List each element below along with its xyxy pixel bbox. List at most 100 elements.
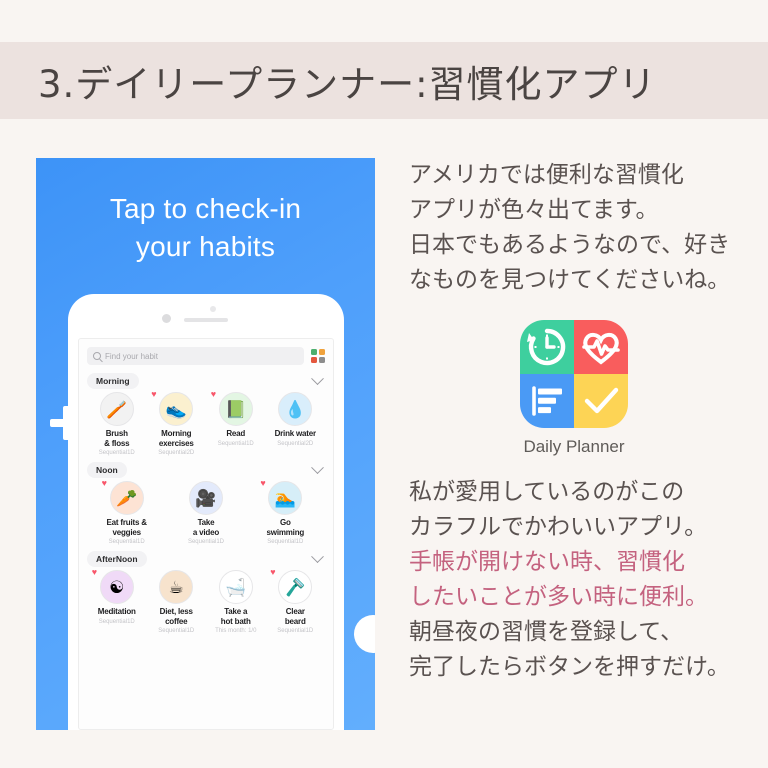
habit-icon[interactable]: 📗 bbox=[218, 392, 253, 426]
favorite-heart-icon[interactable]: ♥ bbox=[260, 479, 265, 488]
habit-name-line: Drink water bbox=[274, 429, 317, 438]
habit-row: ♥ ☯ Meditation Sequential1D ☕ Diet, less coffe… bbox=[87, 568, 325, 635]
habit-icon[interactable]: ☯ bbox=[99, 570, 134, 604]
habit-subtitle: Sequential1D bbox=[98, 618, 135, 625]
section-header-noon[interactable]: Noon bbox=[87, 460, 325, 478]
habit-name: Clear beard bbox=[266, 607, 324, 626]
grid-view-icon[interactable] bbox=[311, 349, 325, 363]
promo-headline-line2: your habits bbox=[135, 231, 276, 262]
habit-name: Diet, less coffee bbox=[147, 607, 205, 626]
section-label: Morning bbox=[87, 373, 139, 389]
quadrant-clock-refresh-icon bbox=[520, 320, 574, 374]
chevron-down-icon[interactable] bbox=[311, 460, 324, 474]
phone-side-button[interactable] bbox=[354, 615, 375, 653]
habit-name-line: Take bbox=[197, 518, 215, 527]
app-screen: Find your habit Morning 🪥 Brush & floss Sequ… bbox=[78, 338, 334, 730]
favorite-heart-icon[interactable]: ♥ bbox=[102, 479, 107, 488]
section-header-morning[interactable]: Morning bbox=[87, 371, 325, 389]
habit-subtitle: Sequential1D bbox=[217, 440, 254, 447]
habit-subtitle: Sequential1D bbox=[267, 539, 304, 545]
habit-icon[interactable]: 🛁 bbox=[218, 570, 253, 604]
habit-name-line: exercises bbox=[158, 438, 194, 448]
chevron-down-icon[interactable] bbox=[311, 371, 324, 385]
habit-name-line: & floss bbox=[104, 438, 130, 448]
habit-icon[interactable]: 🎥 bbox=[188, 481, 223, 515]
search-icon bbox=[93, 352, 101, 360]
quadrant-list-bars-icon bbox=[520, 374, 574, 428]
habit-item[interactable]: ♥ 🏊 Go swimming Sequential1D bbox=[256, 479, 314, 546]
daily-planner-app-icon[interactable] bbox=[520, 320, 628, 428]
habit-icon[interactable]: 🪥 bbox=[99, 392, 134, 426]
habit-row: ♥ 🥕 Eat fruits & veggies Sequential1D 🎥 Take a … bbox=[87, 479, 325, 546]
review-line-3: 手帳が開けない時、習慣化 bbox=[409, 549, 685, 575]
favorite-heart-icon[interactable]: ♥ bbox=[211, 390, 216, 399]
habit-icon[interactable]: 💧 bbox=[278, 392, 313, 426]
grid-cell bbox=[319, 357, 325, 363]
habit-name-line: Morning bbox=[161, 429, 192, 438]
title-banner: 3.デイリープランナー:習慣化アプリ bbox=[0, 42, 768, 119]
habit-name: Meditation bbox=[88, 607, 146, 617]
habit-item[interactable]: ♥ 🥕 Eat fruits & veggies Sequential1D bbox=[98, 479, 156, 546]
habit-icon[interactable]: 🪒 bbox=[278, 570, 313, 604]
review-line-5: 朝昼夜の習慣を登録して、 bbox=[409, 619, 684, 645]
intro-line-2: アプリが色々出てます。 bbox=[409, 197, 659, 223]
habit-icon[interactable]: 🥕 bbox=[109, 481, 144, 515]
habit-item[interactable]: ♥ 🪒 Clear beard Sequential1D bbox=[266, 568, 324, 635]
favorite-heart-icon[interactable]: ♥ bbox=[92, 568, 97, 577]
review-line-6: 完了したらボタンを押すだけ。 bbox=[409, 654, 730, 680]
habit-icon[interactable]: ☕ bbox=[159, 570, 194, 604]
habit-item[interactable]: 🪥 Brush & floss Sequential1D bbox=[88, 392, 146, 457]
habit-name-line: Go bbox=[279, 518, 291, 527]
section-label: AfterNoon bbox=[87, 551, 147, 567]
chevron-down-icon[interactable] bbox=[311, 549, 324, 563]
habit-name: Take a hot bath bbox=[207, 607, 265, 626]
intro-line-1: アメリカでは便利な習慣化 bbox=[409, 162, 684, 188]
habit-item[interactable]: ♥ ☯ Meditation Sequential1D bbox=[88, 568, 146, 626]
promo-headline-line1: Tap to check-in bbox=[109, 193, 302, 224]
habit-item[interactable]: ♥ 👟 Morning exercises Sequential2D bbox=[147, 390, 205, 457]
habit-item[interactable]: 🛁 Take a hot bath This month: 1/0 bbox=[207, 570, 265, 635]
review-line-4: したいことが多い時に便利。 bbox=[409, 584, 708, 610]
habit-name-line: Eat fruits & bbox=[106, 518, 147, 527]
habit-subtitle: Sequential1D bbox=[108, 539, 145, 545]
camera-dot-icon bbox=[162, 314, 171, 323]
app-icon-label: Daily Planner bbox=[523, 437, 625, 456]
page-title: 3.デイリープランナー:習慣化アプリ bbox=[38, 62, 657, 106]
habit-name-line: swimming bbox=[266, 527, 305, 537]
habit-name-line: veggies bbox=[112, 527, 141, 537]
paragraph-review: 私が愛用しているのがこの カラフルでかわいいアプリ。 手帳が開けない時、習慣化 したい… bbox=[409, 475, 759, 685]
habit-name-line: coffee bbox=[165, 616, 188, 626]
grid-cell bbox=[319, 349, 325, 355]
habit-item[interactable]: ☕ Diet, less coffee Sequential1D bbox=[147, 570, 205, 635]
section-header-afternoon[interactable]: AfterNoon bbox=[87, 549, 325, 567]
grid-cell bbox=[311, 349, 317, 355]
habit-item[interactable]: ♥ 📗 Read Sequential1D bbox=[207, 390, 265, 448]
review-line-2: カラフルでかわいいアプリ。 bbox=[409, 514, 708, 540]
habit-name: Eat fruits & veggies bbox=[98, 518, 156, 537]
habit-icon[interactable]: 👟 bbox=[159, 392, 194, 426]
search-placeholder: Find your habit bbox=[105, 351, 158, 361]
speaker-slot bbox=[184, 318, 228, 322]
habit-name: Take a video bbox=[177, 518, 235, 537]
habit-name: Go swimming bbox=[256, 518, 314, 537]
habit-row: 🪥 Brush & floss Sequential1D ♥ 👟 Morning exerci… bbox=[87, 390, 325, 457]
review-line-1: 私が愛用しているのがこの bbox=[409, 479, 685, 505]
sensor-dot-icon bbox=[210, 306, 216, 312]
habit-item[interactable]: 💧 Drink water Sequential2D bbox=[266, 392, 324, 448]
grid-cell bbox=[311, 357, 317, 363]
habit-item[interactable]: 🎥 Take a video Sequential1D bbox=[177, 481, 235, 546]
page-root: 3.デイリープランナー:習慣化アプリ Tap to check-in your … bbox=[0, 0, 768, 768]
section-label: Noon bbox=[87, 462, 127, 478]
habit-icon[interactable]: 🏊 bbox=[268, 481, 303, 515]
search-input[interactable]: Find your habit bbox=[87, 347, 304, 365]
habit-subtitle: Sequential2D bbox=[277, 440, 314, 447]
habit-name-line: Brush bbox=[105, 429, 128, 438]
favorite-heart-icon[interactable]: ♥ bbox=[270, 568, 275, 577]
favorite-heart-icon[interactable]: ♥ bbox=[151, 390, 156, 399]
promo-headline: Tap to check-in your habits bbox=[36, 190, 375, 266]
habit-name-line: Read bbox=[226, 429, 246, 438]
habit-sections: Morning 🪥 Brush & floss Sequential1D ♥ 👟 Mornin… bbox=[87, 371, 325, 635]
search-row: Find your habit bbox=[87, 347, 325, 365]
app-icon-block: Daily Planner bbox=[409, 320, 739, 457]
habit-name: Morning exercises bbox=[147, 429, 205, 448]
